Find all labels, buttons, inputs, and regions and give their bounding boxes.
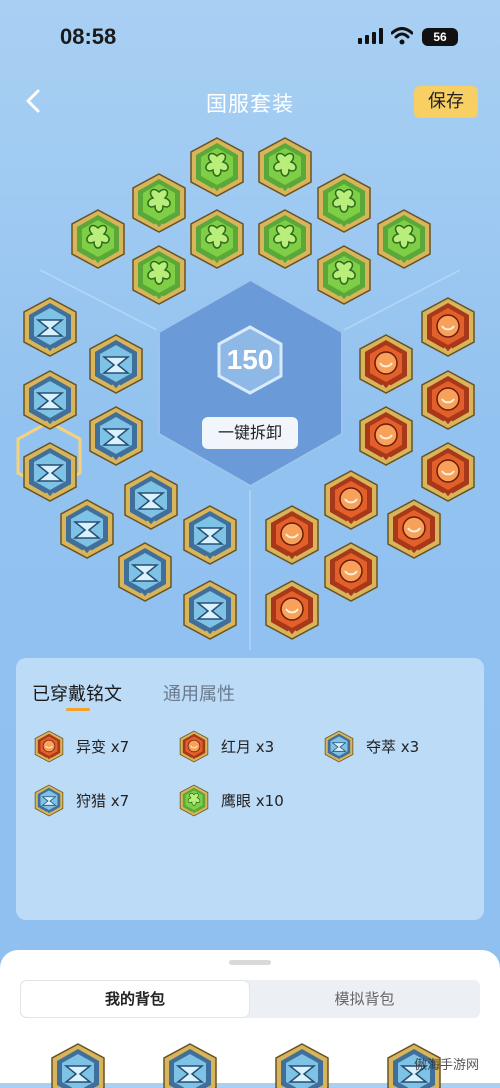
- green-rune-slot[interactable]: [189, 208, 245, 270]
- blue-rune-slot[interactable]: [22, 369, 78, 431]
- green-rune-slot[interactable]: [257, 136, 313, 198]
- battery-indicator: 56: [422, 28, 458, 46]
- green-rune-slot[interactable]: [131, 172, 187, 234]
- red-rune-slot[interactable]: [420, 296, 476, 358]
- set-item-label: 红月 x3: [221, 738, 275, 756]
- tab-my-bag[interactable]: 我的背包: [21, 981, 249, 1017]
- unequip-all-button[interactable]: 一键拆卸: [202, 417, 298, 449]
- sheet-drag-handle[interactable]: [229, 960, 271, 965]
- mutation-rune-icon: [34, 730, 64, 763]
- score-value: 150: [226, 344, 274, 375]
- green-rune-slot[interactable]: [257, 208, 313, 270]
- red-rune-slot[interactable]: [264, 579, 320, 641]
- blue-rune-slot[interactable]: [88, 405, 144, 467]
- red-rune-slot[interactable]: [264, 504, 320, 566]
- red-moon-rune-icon: [179, 730, 209, 763]
- set-item-label: 异变 x7: [76, 738, 130, 756]
- signal-icon: [358, 28, 383, 44]
- bag-segmented-control: 我的背包 模拟背包: [20, 980, 480, 1018]
- green-rune-slot[interactable]: [376, 208, 432, 270]
- set-item-hawkeye[interactable]: 鹰眼 x10: [179, 784, 309, 818]
- red-rune-slot[interactable]: [386, 498, 442, 560]
- bag-rune-item[interactable]: [50, 1042, 106, 1088]
- bag-rune-item[interactable]: [162, 1042, 218, 1088]
- tab-equipped-runes[interactable]: 已穿戴铭文: [32, 680, 122, 706]
- tab-common-attributes[interactable]: 通用属性: [163, 680, 235, 706]
- save-button[interactable]: 保存: [414, 86, 478, 118]
- blue-rune-slot[interactable]: [182, 504, 238, 566]
- hunt-rune-icon: [34, 784, 64, 817]
- hawkeye-rune-icon: [179, 784, 209, 817]
- blue-rune-slot[interactable]: [59, 498, 115, 560]
- green-rune-slot[interactable]: [189, 136, 245, 198]
- set-item-label: 鹰眼 x10: [221, 792, 284, 810]
- red-rune-slot[interactable]: [420, 441, 476, 503]
- bag-rune-item[interactable]: [274, 1042, 330, 1088]
- red-rune-slot[interactable]: [323, 541, 379, 603]
- rune-board: 150 一键拆卸: [0, 130, 500, 650]
- red-rune-slot[interactable]: [420, 369, 476, 431]
- status-bar: 08:58 56: [0, 0, 500, 70]
- set-item-label: 狩猎 x7: [76, 792, 130, 810]
- status-time: 08:58: [60, 24, 117, 49]
- green-rune-slot[interactable]: [131, 244, 187, 306]
- active-tab-indicator: [66, 708, 90, 711]
- set-item-plunder[interactable]: 夺萃 x3: [324, 730, 444, 764]
- watermark: 傲海手游网: [414, 1058, 480, 1073]
- nav-bar: 国服套装 保存: [0, 80, 500, 124]
- blue-rune-slot[interactable]: [182, 579, 238, 641]
- wifi-icon: [391, 27, 413, 45]
- plunder-rune-icon: [324, 730, 354, 763]
- blue-rune-slot[interactable]: [117, 541, 173, 603]
- red-rune-slot[interactable]: [323, 469, 379, 531]
- equipped-runes-panel: 已穿戴铭文 通用属性 异变 x7 红月 x3 夺萃 x3 狩猎 x7 鹰眼 x1…: [16, 658, 484, 920]
- green-rune-slot[interactable]: [70, 208, 126, 270]
- blue-rune-slot[interactable]: [88, 333, 144, 395]
- set-item-mutation[interactable]: 异变 x7: [34, 730, 154, 764]
- set-item-red-moon[interactable]: 红月 x3: [179, 730, 299, 764]
- blue-rune-slot[interactable]: [22, 296, 78, 358]
- green-rune-slot[interactable]: [316, 244, 372, 306]
- tab-simulated-bag[interactable]: 模拟背包: [250, 981, 479, 1017]
- green-rune-slot[interactable]: [316, 172, 372, 234]
- red-rune-slot[interactable]: [358, 405, 414, 467]
- set-item-hunt[interactable]: 狩猎 x7: [34, 784, 154, 818]
- blue-rune-slot[interactable]: [123, 469, 179, 531]
- blue-rune-slot[interactable]: [22, 441, 78, 503]
- set-item-label: 夺萃 x3: [366, 738, 420, 756]
- red-rune-slot[interactable]: [358, 333, 414, 395]
